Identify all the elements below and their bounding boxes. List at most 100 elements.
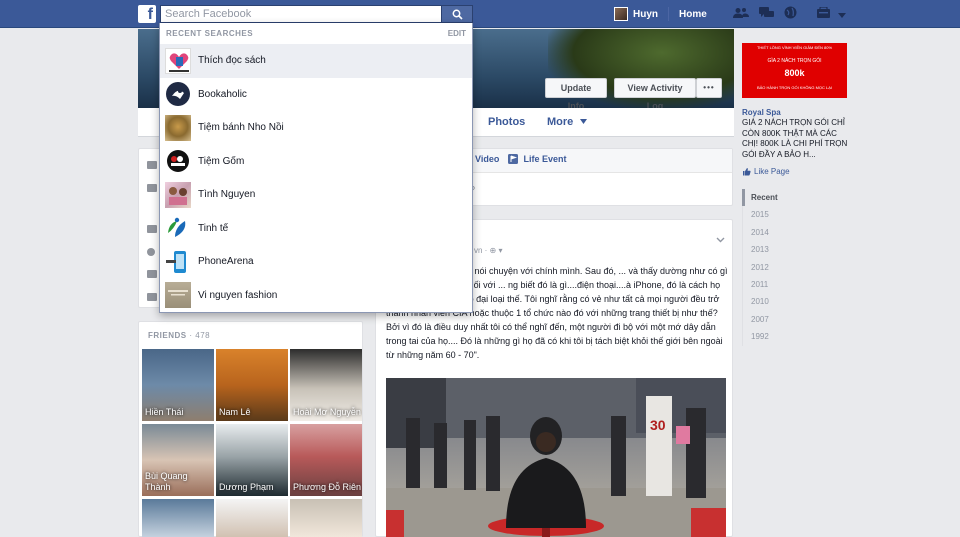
privacy-shortcuts-icon[interactable] [816, 6, 830, 21]
tab-photos[interactable]: Photos [488, 108, 525, 137]
ad-sponsor-link[interactable]: Royal Spa [742, 108, 781, 117]
ad-like-page-link[interactable]: Like Page [742, 167, 790, 176]
relationship-icon [147, 293, 157, 301]
timeline-year-2007[interactable]: 2007 [742, 310, 812, 329]
tab-more[interactable]: More [547, 108, 588, 137]
friend-name: Phương Đỗ Riên [293, 482, 361, 492]
result-label: Thích đọc sách [198, 55, 266, 67]
chevron-down-icon [580, 119, 588, 124]
friend-name: Hoài Mơ Nguyễn [293, 407, 361, 417]
update-info-button[interactable]: Update Info [545, 78, 607, 111]
timeline-year-nav: Recent 2015 2014 2013 2012 2011 2010 2007 1992 [742, 189, 812, 346]
friend-name: Hiền Thái [145, 407, 184, 417]
timeline-year-2015[interactable]: 2015 [742, 206, 812, 224]
friend-tile[interactable]: Dương Phạm [216, 424, 288, 496]
ad-banner-line1: THIẾT LÒNG VÌNH VIỄN GIẢM ĐẾN 80% [756, 45, 833, 50]
search-result-item[interactable]: Tiệm bánh Nho Nồi [160, 111, 472, 145]
search-input[interactable] [161, 6, 441, 22]
friend-name: Bùi Quang Thành [145, 471, 188, 492]
home-link[interactable]: Home [679, 9, 707, 20]
composer-photo-video[interactable]: / Video [470, 154, 499, 164]
composer-life-event[interactable]: Life Event [508, 154, 567, 164]
result-thumbnail [165, 181, 191, 208]
svg-text:30: 30 [650, 417, 666, 433]
search-result-item[interactable]: PhoneArena [160, 245, 472, 279]
friend-tile[interactable]: Hoài Mơ Nguyễn [290, 349, 362, 421]
ad-banner-image[interactable]: THIẾT LÒNG VÌNH VIỄN GIẢM ĐẾN 80% GÌA 2 … [742, 43, 847, 98]
result-thumbnail [165, 81, 191, 108]
timeline-year-recent[interactable]: Recent [742, 189, 812, 207]
work-icon [147, 161, 157, 169]
post-photo-scene: 30 [386, 378, 726, 537]
search-result-item[interactable]: Tiệm Gốm [160, 145, 472, 179]
profile-link[interactable]: Huyn [633, 9, 658, 20]
search-result-item[interactable]: Tinh tế [160, 212, 472, 246]
user-avatar[interactable] [614, 7, 628, 21]
messages-icon[interactable] [758, 6, 774, 22]
top-navigation-bar: f Huyn Home [0, 0, 960, 28]
life-event-label: Life Event [523, 154, 567, 164]
ad-banner-line3: BẢO HÀNH TRỌN GÓI KHÔNG MỌC LẠI [756, 85, 833, 90]
location-icon [147, 248, 155, 256]
friend-tile[interactable]: Hiền Thái [142, 349, 214, 421]
post-options-chevron-icon[interactable] [716, 232, 725, 246]
friend-tile[interactable] [290, 499, 362, 537]
home-icon [147, 225, 157, 233]
timeline-year-2012[interactable]: 2012 [742, 258, 812, 276]
friend-tile[interactable] [216, 499, 288, 537]
account-menu-chevron-icon[interactable] [837, 7, 846, 21]
friends-card: FRIENDS · 478 Hiền Thái Nam Lê Hoài Mơ N… [138, 321, 363, 537]
ad-banner-price: 800k [784, 68, 805, 78]
result-label: Vi nguyen fashion [198, 289, 278, 301]
flag-icon [508, 154, 518, 164]
timeline-year-2014[interactable]: 2014 [742, 223, 812, 242]
result-thumbnail [165, 114, 191, 141]
result-thumbnail [165, 248, 191, 275]
search-result-item[interactable]: Bookaholic [160, 78, 472, 112]
friend-tile[interactable]: Bùi Quang Thành [142, 424, 214, 496]
facebook-logo[interactable]: f [138, 5, 156, 23]
result-thumbnail [165, 47, 191, 74]
result-thumbnail [165, 148, 191, 175]
friend-requests-icon[interactable] [732, 7, 749, 22]
result-label: Bookaholic [198, 88, 247, 100]
tab-more-label: More [547, 116, 574, 128]
result-label: Tình Nguyen [198, 189, 256, 201]
search-icon [452, 9, 463, 20]
nav-divider [668, 7, 669, 21]
friend-tile[interactable]: Phương Đỗ Riên [290, 424, 362, 496]
friend-name: Dương Phạm [219, 482, 274, 492]
view-activity-log-button[interactable]: View Activity Log [614, 78, 696, 111]
search-result-item[interactable]: Tình Nguyen [160, 178, 472, 212]
result-label: PhoneArena [198, 256, 254, 268]
search-dropdown: RECENT SEARCHES EDIT Thích đọc sách Book… [159, 23, 473, 313]
notifications-globe-icon[interactable] [784, 6, 797, 22]
friend-tile[interactable]: Nam Lê [216, 349, 288, 421]
post-photo[interactable]: 30 [386, 378, 726, 537]
friend-name: Nam Lê [219, 407, 251, 417]
result-label: Tinh tế [198, 222, 229, 234]
cover-more-button[interactable]: ••• [696, 78, 722, 98]
ad-body-text: GIÁ 2 NÁCH TRỌN GÓI CHỈ CÒN 800K THẬT MÀ… [742, 118, 848, 159]
edit-searches-link[interactable]: EDIT [448, 29, 466, 38]
timeline-year-2013[interactable]: 2013 [742, 241, 812, 259]
friend-tile[interactable] [142, 499, 214, 537]
like-page-label: Like Page [754, 167, 790, 176]
friends-title-label: FRIENDS [148, 331, 187, 340]
search-result-item[interactable]: Thích đọc sách [160, 44, 472, 78]
nav-right: Huyn Home [614, 4, 846, 24]
recent-searches-title: RECENT SEARCHES [166, 29, 254, 38]
timeline-year-1992[interactable]: 1992 [742, 328, 812, 346]
result-thumbnail [165, 282, 191, 309]
search-button[interactable] [441, 5, 473, 23]
timeline-year-2010[interactable]: 2010 [742, 293, 812, 311]
friends-title[interactable]: FRIENDS · 478 [148, 331, 210, 340]
ad-banner-line2: GÌA 2 NÁCH TRỌN GÓI [767, 58, 822, 64]
result-thumbnail [165, 215, 191, 242]
search-dropdown-header: RECENT SEARCHES EDIT [160, 23, 472, 43]
calendar-icon [147, 270, 157, 278]
result-label: Tiệm Gốm [198, 155, 245, 167]
timeline-year-2011[interactable]: 2011 [742, 275, 812, 294]
search-result-item[interactable]: Vi nguyen fashion [160, 279, 472, 313]
post-timestamp[interactable]: vn · ⊕ ▾ [474, 246, 503, 255]
